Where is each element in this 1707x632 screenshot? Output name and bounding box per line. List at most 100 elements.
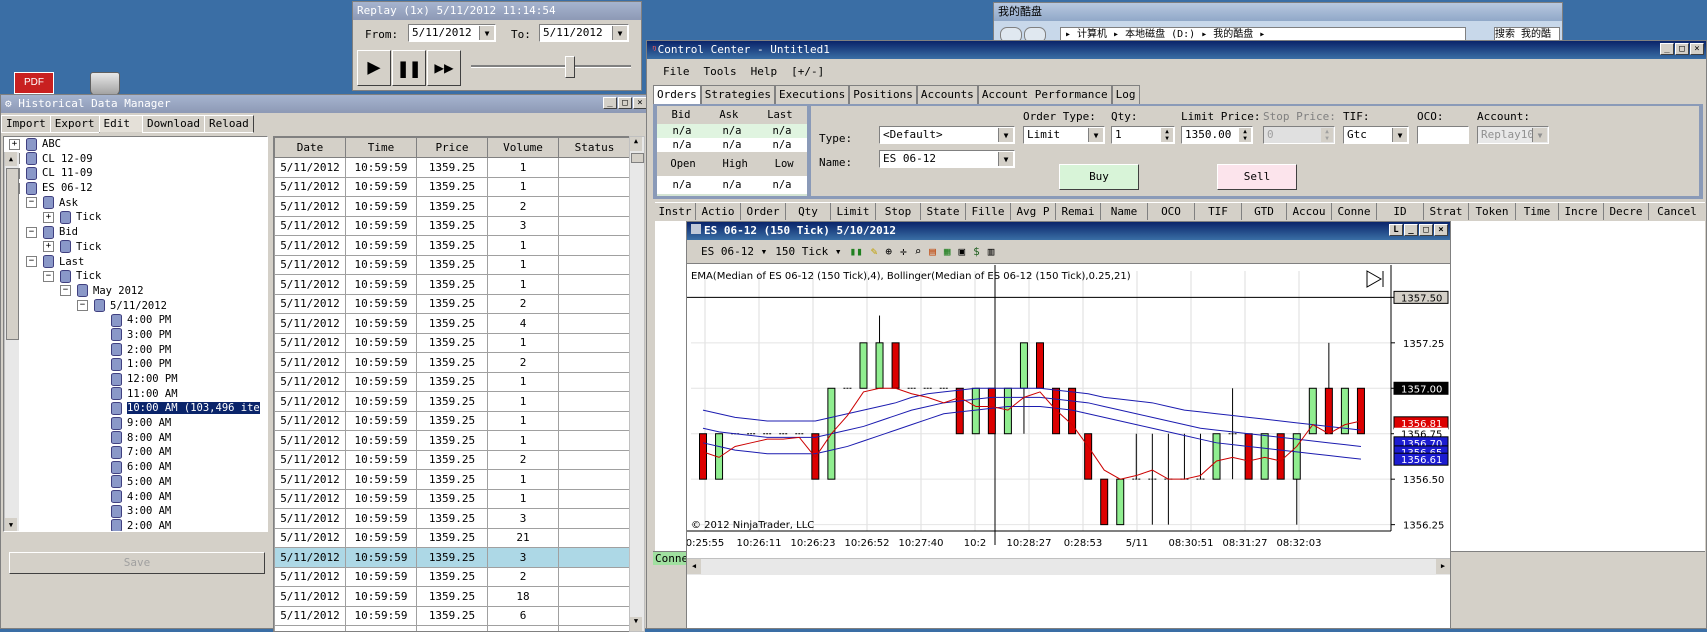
- table-cell[interactable]: 10:59:59: [346, 177, 417, 197]
- table-cell[interactable]: 5/11/2012: [275, 255, 346, 275]
- table-cell[interactable]: [559, 470, 631, 490]
- tab-reload[interactable]: Reload: [204, 115, 254, 133]
- tick-data-grid[interactable]: Date Time Price Volume Status 5/11/20121…: [273, 136, 631, 632]
- tree-node[interactable]: −ES 06-12: [4, 181, 267, 196]
- table-cell[interactable]: 1359.25: [417, 470, 488, 490]
- tree-vertical-scrollbar[interactable]: ▲▼: [4, 152, 19, 532]
- close-button[interactable]: ×: [633, 97, 647, 109]
- table-row[interactable]: 5/11/201210:59:591359.251: [275, 431, 631, 451]
- orders-column-header[interactable]: Conne: [1332, 203, 1377, 220]
- table-cell[interactable]: 1: [488, 392, 559, 412]
- tree-node[interactable]: 1:00 PM: [4, 357, 267, 372]
- tree-node[interactable]: 8:00 AM: [4, 431, 267, 446]
- table-cell[interactable]: 2: [488, 197, 559, 217]
- properties-icon[interactable]: ▣: [958, 245, 965, 258]
- table-row[interactable]: 5/11/201210:59:591359.256: [275, 606, 631, 626]
- table-cell[interactable]: 2: [488, 450, 559, 470]
- table-row[interactable]: 5/11/201210:59:591359.251: [275, 158, 631, 178]
- table-row[interactable]: 5/11/201210:59:591359.252: [275, 197, 631, 217]
- spin-icon[interactable]: ▲▼: [1321, 128, 1333, 142]
- tree-node[interactable]: +ABC: [4, 137, 267, 152]
- tree-node[interactable]: −May 2012: [4, 284, 267, 299]
- tree-node[interactable]: +CL 12-09: [4, 152, 267, 167]
- table-cell[interactable]: [559, 216, 631, 236]
- chevron-down-icon[interactable]: ▼: [479, 26, 494, 40]
- table-cell[interactable]: [559, 528, 631, 548]
- menu-expand[interactable]: [+/-]: [791, 65, 824, 78]
- tab-strategies[interactable]: Strategies: [701, 85, 775, 104]
- table-cell[interactable]: 1: [488, 158, 559, 178]
- table-cell[interactable]: 1359.25: [417, 236, 488, 256]
- table-cell[interactable]: 5/11/2012: [275, 216, 346, 236]
- table-cell[interactable]: 5/11/2012: [275, 567, 346, 587]
- table-cell[interactable]: [559, 275, 631, 295]
- chevron-down-icon[interactable]: ▼: [1392, 128, 1407, 142]
- spin-icon[interactable]: ▲▼: [1239, 128, 1251, 142]
- menu-tools[interactable]: Tools: [704, 65, 737, 78]
- instrument-select[interactable]: ES 06-12▼: [879, 150, 1015, 168]
- oco-input[interactable]: [1417, 126, 1469, 144]
- orders-column-header[interactable]: ID: [1377, 203, 1424, 220]
- table-cell[interactable]: 2: [488, 353, 559, 373]
- close-button[interactable]: ×: [1434, 224, 1448, 236]
- table-row[interactable]: 5/11/201210:59:591359.252: [275, 567, 631, 587]
- play-button[interactable]: ▶: [357, 50, 391, 86]
- table-cell[interactable]: 10:59:59: [346, 236, 417, 256]
- table-cell[interactable]: 1359.25: [417, 509, 488, 529]
- table-row[interactable]: 5/11/201210:59:591359.252: [275, 353, 631, 373]
- table-row[interactable]: 5/11/201210:59:591359.253: [275, 509, 631, 529]
- collapse-icon[interactable]: −: [43, 271, 54, 282]
- table-cell[interactable]: 5/11/2012: [275, 587, 346, 607]
- tree-node[interactable]: 10:00 AM (103,496 ite: [4, 401, 267, 416]
- orders-column-header[interactable]: Fille: [966, 203, 1011, 220]
- table-cell[interactable]: 4: [488, 314, 559, 334]
- orders-column-header[interactable]: Token: [1469, 203, 1516, 220]
- table-cell[interactable]: 1359.25: [417, 489, 488, 509]
- table-cell[interactable]: 5/11/2012: [275, 333, 346, 353]
- table-cell[interactable]: 5/11/2012: [275, 392, 346, 412]
- table-cell[interactable]: 1: [488, 372, 559, 392]
- table-cell[interactable]: 10:59:59: [346, 275, 417, 295]
- table-cell[interactable]: 1359.25: [417, 606, 488, 626]
- tree-node[interactable]: 3:00 PM: [4, 328, 267, 343]
- magnifier-icon[interactable]: ⌕: [915, 245, 922, 258]
- table-cell[interactable]: 5/11/2012: [275, 314, 346, 334]
- table-cell[interactable]: 5/11/2012: [275, 294, 346, 314]
- pencil-icon[interactable]: ✎: [871, 245, 878, 258]
- table-row[interactable]: 5/11/201210:59:591359.252: [275, 450, 631, 470]
- collapse-icon[interactable]: −: [26, 256, 37, 267]
- expand-icon[interactable]: +: [9, 139, 20, 150]
- orders-column-header[interactable]: Instr: [655, 203, 696, 220]
- close-button[interactable]: ×: [1690, 43, 1704, 55]
- tree-node[interactable]: 4:00 AM: [4, 490, 267, 505]
- table-cell[interactable]: 10:59:59: [346, 216, 417, 236]
- account-select[interactable]: Replay101▼: [1477, 126, 1549, 144]
- crosshair-icon[interactable]: ✛: [900, 245, 907, 258]
- table-cell[interactable]: 1359.25: [417, 294, 488, 314]
- table-cell[interactable]: 10:59:59: [346, 294, 417, 314]
- tree-node[interactable]: −5/11/2012: [4, 299, 267, 314]
- table-row[interactable]: 5/11/201210:59:591359.251: [275, 333, 631, 353]
- table-cell[interactable]: 1359.25: [417, 372, 488, 392]
- table-cell[interactable]: 1359.25: [417, 275, 488, 295]
- table-cell[interactable]: 5/11/2012: [275, 548, 346, 568]
- table-cell[interactable]: [559, 489, 631, 509]
- table-cell[interactable]: [559, 314, 631, 334]
- table-cell[interactable]: 1359.25: [417, 450, 488, 470]
- fast-forward-button[interactable]: ▶▶: [427, 50, 461, 86]
- table-cell[interactable]: 1359.25: [417, 411, 488, 431]
- orders-column-header[interactable]: Strat: [1424, 203, 1469, 220]
- table-row[interactable]: 5/11/201210:59:591359.251: [275, 411, 631, 431]
- table-cell[interactable]: 10:59:59: [346, 548, 417, 568]
- table-row[interactable]: 5/11/201210:59:591359.254: [275, 314, 631, 334]
- tree-node[interactable]: 5:00 AM: [4, 475, 267, 490]
- table-row[interactable]: 5/11/201210:59:591359.251: [275, 255, 631, 275]
- collapse-icon[interactable]: −: [77, 300, 88, 311]
- orders-column-header[interactable]: Decre: [1604, 203, 1649, 220]
- table-cell[interactable]: 10:59:59: [346, 431, 417, 451]
- tab-log[interactable]: Log: [1112, 85, 1140, 104]
- table-cell[interactable]: 10:59:59: [346, 197, 417, 217]
- minimize-button[interactable]: _: [1404, 224, 1418, 236]
- tree-node[interactable]: −Bid: [4, 225, 267, 240]
- tree-node[interactable]: +Tick: [4, 210, 267, 225]
